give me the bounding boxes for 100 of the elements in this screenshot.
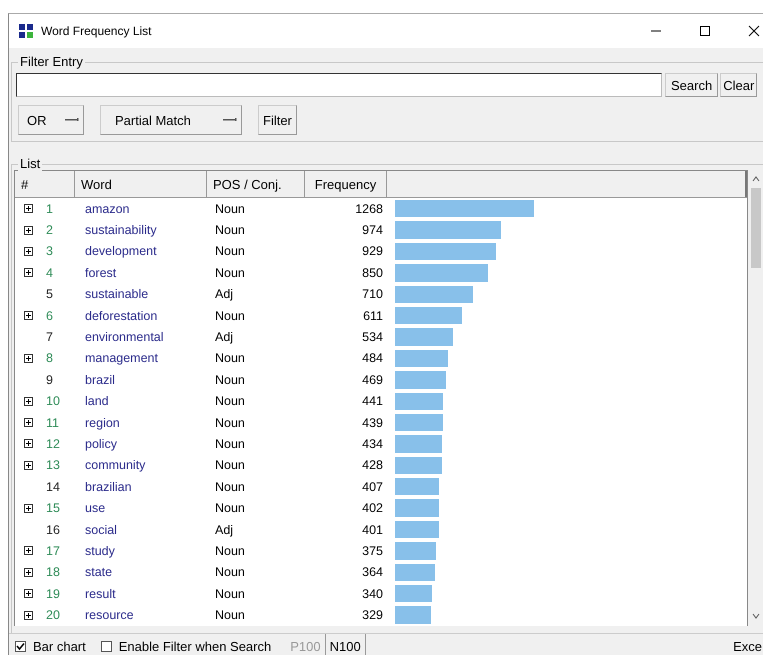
expand-icon[interactable] [24, 226, 32, 235]
word-cell-text: region [84, 416, 121, 430]
filter-button[interactable]: Filter [258, 105, 297, 135]
expand-icon[interactable] [24, 396, 32, 406]
frequency-cell-text: 1268 [354, 202, 384, 216]
word-cell-text: sustainability [84, 223, 158, 238]
frequency-cell-text: 364 [361, 565, 384, 580]
expand-icon[interactable] [24, 418, 32, 428]
expand-icon[interactable] [24, 311, 32, 320]
pos-cell-text: Noun [214, 501, 246, 516]
frequency-bar [395, 414, 443, 432]
frequency-bar [395, 520, 439, 538]
clear-button[interactable]: Clear [720, 73, 758, 97]
frequency-bar [395, 478, 440, 496]
filter-input-field[interactable] [16, 73, 662, 97]
expand-icon[interactable] [24, 610, 32, 620]
scrollbar-thumb[interactable] [751, 188, 761, 268]
row-number: 16 [45, 522, 61, 537]
column-header[interactable]: # [15, 171, 75, 197]
expand-icon[interactable] [24, 354, 32, 363]
word-cell-text: result [84, 586, 117, 601]
row-number: 14 [45, 480, 61, 494]
word-cell-text: management [84, 351, 159, 366]
row-number: 11 [45, 416, 60, 430]
word-cell-text: state [84, 565, 114, 580]
frequency-cell-text: 441 [361, 394, 384, 408]
column-header[interactable]: Frequency [305, 171, 387, 197]
frequency-bar [395, 606, 431, 624]
pos-cell-text: Noun [214, 394, 246, 408]
frequency-cell-text: 401 [361, 522, 384, 537]
frequency-bar [395, 499, 439, 517]
row-number: 10 [45, 394, 61, 408]
pos-cell-text: Adj [214, 330, 234, 344]
dropdown-icon [65, 118, 79, 122]
frequency-bar [395, 392, 444, 410]
bar-chart-checkbox[interactable] [15, 640, 26, 652]
word-cell-text: brazilian [84, 480, 133, 494]
maximize-icon[interactable] [699, 25, 711, 37]
search-button[interactable]: Search [665, 73, 718, 97]
enable-filter-checkbox[interactable] [100, 640, 112, 652]
n100-button[interactable]: N100 [324, 634, 366, 655]
frequency-cell-text: 850 [361, 266, 384, 280]
word-cell-text: resource [84, 608, 135, 622]
pos-cell-text: Noun [214, 480, 246, 494]
column-header[interactable]: POS / Conj. [207, 171, 305, 197]
pos-cell-text: Noun [214, 351, 246, 366]
frequency-cell-text: 340 [361, 586, 384, 601]
frequency-cell-text: 710 [361, 287, 384, 302]
expand-icon[interactable] [24, 568, 32, 577]
window-title: Word Frequency List [41, 24, 152, 38]
frequency-bar [395, 456, 442, 474]
pos-cell-text: Noun [214, 544, 246, 558]
expand-icon[interactable] [24, 589, 32, 598]
expand-icon[interactable] [24, 460, 32, 470]
expand-icon[interactable] [24, 504, 32, 513]
word-cell-text: study [84, 544, 116, 558]
word-cell-text: community [84, 458, 146, 472]
frequency-cell-text: 611 [362, 308, 384, 323]
expand-icon[interactable] [24, 439, 32, 448]
scroll-down-icon[interactable] [752, 613, 760, 619]
word-cell-text: deforestation [84, 308, 158, 323]
row-number: 15 [45, 501, 61, 516]
expand-icon[interactable] [24, 546, 32, 556]
match-mode-dropdown[interactable]: Partial Match [100, 105, 242, 135]
pos-cell-text: Noun [214, 458, 246, 472]
word-cell-text: forest [84, 266, 118, 280]
pos-cell-text: Noun [214, 202, 246, 216]
pos-cell-text: Noun [214, 608, 246, 622]
frequency-cell-text: 974 [361, 223, 384, 238]
word-cell-text: land [84, 394, 110, 408]
expand-icon[interactable] [24, 268, 32, 278]
row-number: 9 [45, 372, 54, 387]
word-cell-text: use [84, 501, 106, 516]
frequency-cell-text: 434 [361, 436, 384, 451]
scroll-up-icon[interactable] [752, 176, 760, 182]
pos-cell-text: Noun [214, 416, 246, 430]
close-icon[interactable] [748, 25, 760, 37]
frequency-cell-text: 329 [361, 608, 384, 622]
row-number: 3 [45, 244, 54, 258]
row-number: 6 [45, 308, 54, 323]
column-header[interactable]: Word [75, 171, 207, 197]
pos-cell-text: Noun [214, 372, 246, 387]
pos-cell-text: Adj [214, 287, 234, 302]
expand-icon[interactable] [24, 246, 32, 256]
group-title: List [18, 156, 42, 171]
word-cell-text: development [84, 244, 158, 258]
frequency-cell-text: 375 [361, 544, 384, 558]
expand-icon[interactable] [24, 204, 32, 214]
word-cell-text: social [84, 522, 118, 537]
frequency-cell-text: 402 [361, 501, 384, 516]
row-number: 18 [45, 565, 61, 580]
app-icon [19, 24, 33, 38]
operator-dropdown[interactable]: OR [18, 105, 84, 135]
frequency-cell-text: 439 [361, 416, 384, 430]
checkbox-label: Enable Filter when Search [118, 638, 272, 654]
frequency-cell-text: 469 [361, 372, 384, 387]
pos-cell-text: Noun [214, 266, 246, 280]
word-cell-text: sustainable [84, 287, 150, 302]
pos-cell-text: Noun [214, 223, 246, 238]
row-number: 4 [45, 266, 54, 280]
